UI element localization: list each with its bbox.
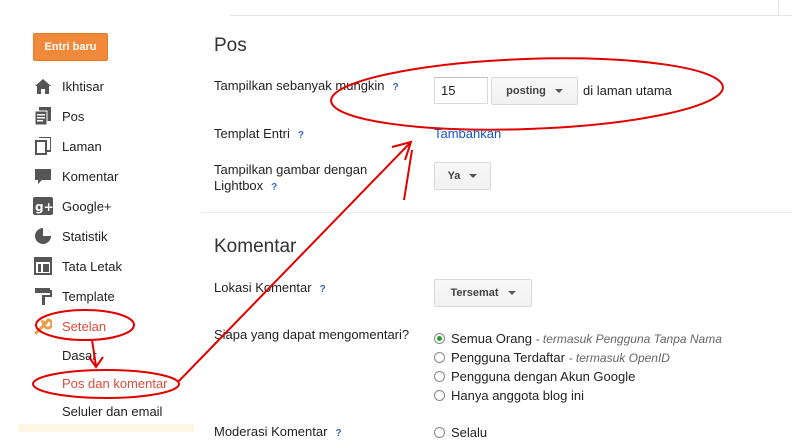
top-divider xyxy=(230,15,792,16)
sidebar-item-label: Template xyxy=(62,288,115,304)
sidebar-item-settings[interactable]: Setelan xyxy=(33,315,106,337)
sidebar-item-label: Tata Letak xyxy=(62,258,122,274)
home-icon xyxy=(33,76,53,96)
sidebar-highlight xyxy=(18,424,194,432)
who-can-comment-label: Siapa yang dapat mengomentari? xyxy=(214,327,410,342)
radio-option-google-account[interactable]: Pengguna dengan Akun Google xyxy=(434,369,635,384)
radio-button[interactable] xyxy=(434,427,445,438)
post-count-input[interactable]: 15 xyxy=(434,77,488,104)
help-icon[interactable]: ? xyxy=(393,80,399,96)
chevron-down-icon xyxy=(469,174,478,178)
radio-option-moderation-always[interactable]: Selalu xyxy=(434,425,487,440)
stats-icon xyxy=(33,226,53,246)
show-at-most-label: Tampilkan sebanyak mungkin? xyxy=(214,78,399,96)
homepage-suffix: di laman utama xyxy=(583,83,672,98)
comment-location-select[interactable]: Tersemat xyxy=(434,279,532,307)
sidebar-item-google-plus[interactable]: g+ Google+ xyxy=(33,195,112,217)
pages-icon xyxy=(33,136,53,156)
help-icon[interactable]: ? xyxy=(335,426,341,442)
sidebar-item-label: Laman xyxy=(62,138,102,154)
chevron-down-icon xyxy=(507,291,516,295)
sidebar-subitem-posts-comments[interactable]: Pos dan komentar xyxy=(62,376,168,391)
sidebar-item-stats[interactable]: Statistik xyxy=(33,225,108,247)
section-divider xyxy=(202,212,792,213)
layout-icon xyxy=(33,256,53,276)
sidebar-item-label: Google+ xyxy=(62,198,112,214)
chevron-down-icon xyxy=(554,89,563,93)
comment-location-label: Lokasi Komentar? xyxy=(214,280,326,298)
new-post-button[interactable]: Entri baru xyxy=(33,33,108,61)
section-title-comments: Komentar xyxy=(214,236,297,257)
post-template-label: Templat Entri? xyxy=(214,126,304,144)
sidebar-item-posts[interactable]: Pos xyxy=(33,105,84,127)
comment-icon xyxy=(33,166,53,186)
help-icon[interactable]: ? xyxy=(271,180,277,196)
add-template-link[interactable]: Tambahkan xyxy=(434,126,501,141)
radio-button[interactable] xyxy=(434,371,445,382)
sidebar-item-layout[interactable]: Tata Letak xyxy=(33,255,122,277)
sidebar-item-label: Statistik xyxy=(62,228,108,244)
help-icon[interactable]: ? xyxy=(298,128,304,144)
section-title-posts: Pos xyxy=(214,35,247,56)
sidebar-item-label: Ikhtisar xyxy=(62,78,104,94)
google-plus-icon: g+ xyxy=(33,196,53,216)
annotation-overlay xyxy=(32,57,724,399)
sidebar-item-comments[interactable]: Komentar xyxy=(33,165,118,187)
radio-button[interactable] xyxy=(434,352,445,363)
sidebar-item-label: Setelan xyxy=(62,318,107,334)
sidebar-item-pages[interactable]: Laman xyxy=(33,135,102,157)
post-unit-select[interactable]: posting xyxy=(491,77,578,105)
top-vertical-divider xyxy=(778,0,779,16)
radio-option-registered[interactable]: Pengguna Terdaftar - termasuk OpenID xyxy=(434,350,670,365)
lightbox-label: Tampilkan gambar dengan Lightbox? xyxy=(214,162,389,196)
radio-button[interactable] xyxy=(434,333,445,344)
sidebar-item-label: Komentar xyxy=(62,168,119,184)
radio-button[interactable] xyxy=(434,390,445,401)
template-icon xyxy=(33,286,53,306)
annotation-stroke-curve xyxy=(403,149,413,201)
posts-icon xyxy=(33,106,53,126)
sidebar-subitem-basic[interactable]: Dasar xyxy=(62,348,97,363)
sidebar-subitem-mobile-email[interactable]: Seluler dan email xyxy=(62,404,162,419)
radio-option-everyone[interactable]: Semua Orang - termasuk Pengguna Tanpa Na… xyxy=(434,331,722,346)
sidebar-item-label: Pos xyxy=(62,108,85,124)
sidebar-item-template[interactable]: Template xyxy=(33,285,115,307)
comment-moderation-label: Moderasi Komentar? xyxy=(214,424,342,442)
wrench-icon xyxy=(33,316,53,336)
lightbox-select[interactable]: Ya xyxy=(434,162,491,190)
sidebar-item-overview[interactable]: Ikhtisar xyxy=(33,75,104,97)
radio-option-members-only[interactable]: Hanya anggota blog ini xyxy=(434,388,584,403)
help-icon[interactable]: ? xyxy=(320,282,326,298)
svg-text:g+: g+ xyxy=(35,200,53,214)
